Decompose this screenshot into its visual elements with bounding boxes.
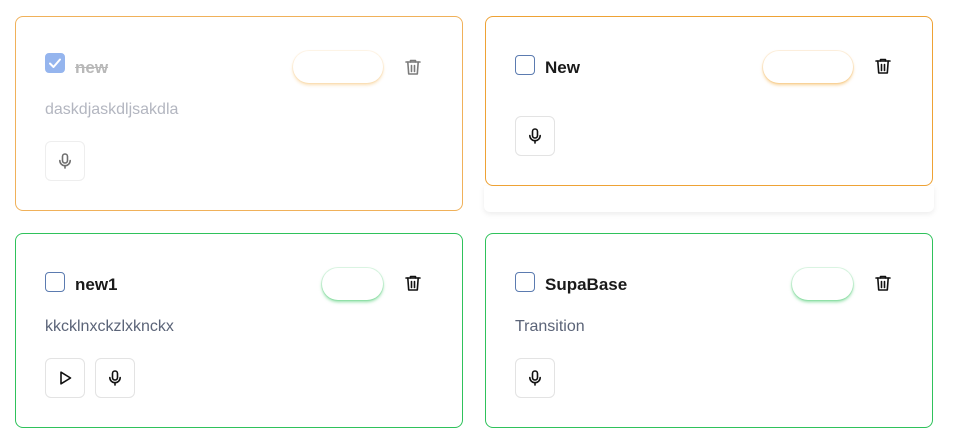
todo-title: SupaBase xyxy=(545,275,628,294)
microphone-icon xyxy=(529,370,541,386)
record-button[interactable] xyxy=(515,116,555,156)
todo-description: daskdjaskdljsakdla xyxy=(45,101,179,118)
trash-icon xyxy=(405,59,421,75)
todo-title: new1 xyxy=(75,275,118,294)
delete-button[interactable] xyxy=(872,272,894,294)
todo-checkbox[interactable] xyxy=(45,272,65,292)
trash-icon xyxy=(875,275,891,291)
status-toggle[interactable] xyxy=(293,51,383,83)
todo-checkbox[interactable] xyxy=(515,272,535,292)
delete-button[interactable] xyxy=(402,56,424,78)
checkmark-icon xyxy=(49,58,61,68)
todo-card xyxy=(485,16,933,186)
trash-icon xyxy=(875,58,891,74)
trash-icon xyxy=(405,275,421,291)
microphone-icon xyxy=(109,370,121,386)
record-button[interactable] xyxy=(95,358,135,398)
microphone-icon xyxy=(529,128,541,144)
delete-button[interactable] xyxy=(402,272,424,294)
record-button[interactable] xyxy=(45,141,85,181)
todo-description: Transition xyxy=(515,318,585,335)
todo-title: new xyxy=(75,58,109,77)
delete-button[interactable] xyxy=(872,55,894,77)
todo-checkbox[interactable] xyxy=(515,55,535,75)
microphone-icon xyxy=(59,153,71,169)
status-toggle[interactable] xyxy=(792,268,853,300)
status-toggle[interactable] xyxy=(322,268,383,300)
todo-checkbox[interactable] xyxy=(45,53,65,73)
record-button[interactable] xyxy=(515,358,555,398)
play-icon xyxy=(60,371,72,385)
card-shadow xyxy=(484,186,934,212)
todo-description: kkcklnxckzlxknckx xyxy=(45,318,174,335)
todo-title: New xyxy=(545,58,580,77)
status-toggle[interactable] xyxy=(763,51,853,83)
play-button[interactable] xyxy=(45,358,85,398)
